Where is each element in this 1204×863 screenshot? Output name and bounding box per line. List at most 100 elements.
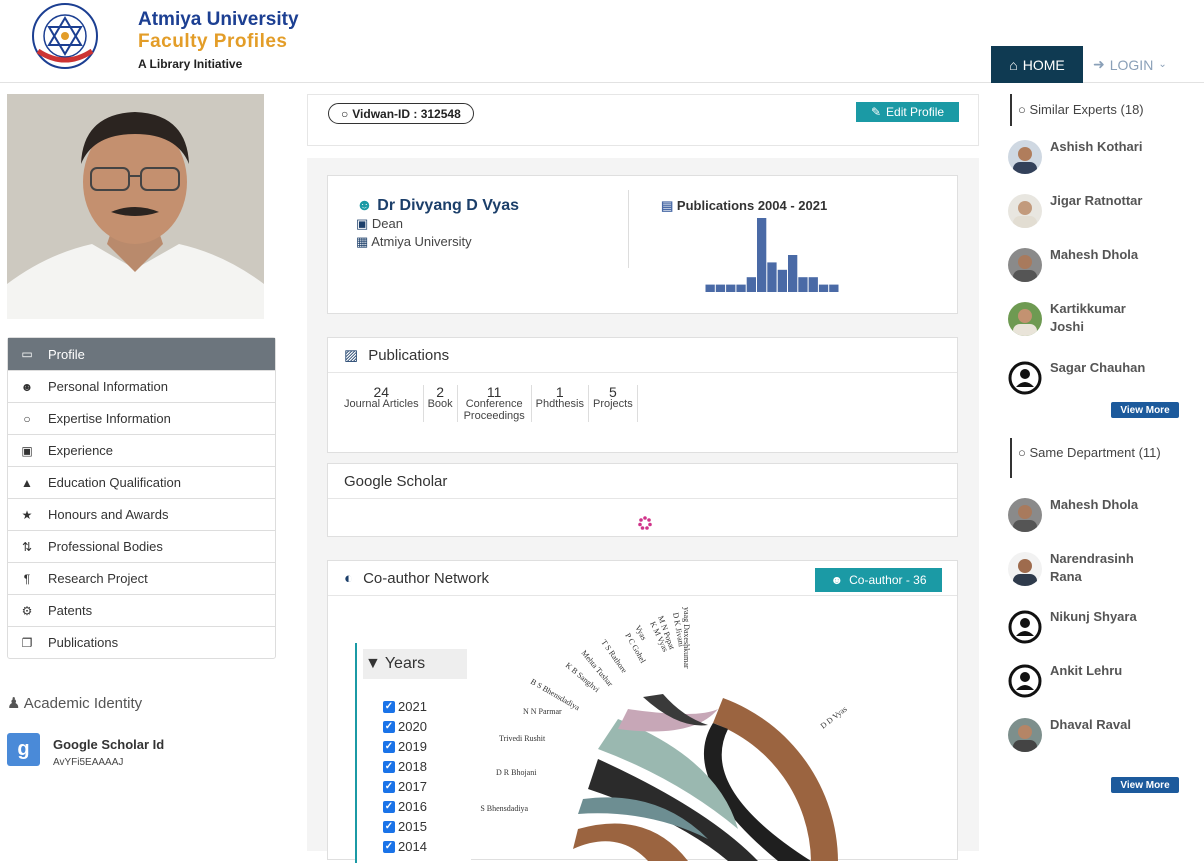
similar-expert-item[interactable]: Ashish Kothari	[1008, 138, 1142, 174]
stat-book[interactable]: 2 Book	[424, 385, 458, 423]
checkbox-checked-icon: ✓	[383, 740, 395, 753]
university-name: Atmiya University	[138, 9, 299, 30]
coauthor-label[interactable]: yaag Daxeshkumar	[682, 607, 691, 669]
stat-conference-proceedings[interactable]: 11 Conference Proceedings	[458, 385, 532, 423]
publications-bar-chart	[705, 218, 839, 292]
google-scholar-logo[interactable]: g	[7, 733, 40, 766]
department-member-item[interactable]: Mahesh Dhola	[1008, 496, 1138, 532]
member-name[interactable]: Mahesh Dhola	[1050, 496, 1138, 532]
department-member-item[interactable]: Dhaval Raval	[1008, 716, 1131, 752]
stat-projects[interactable]: 5 Projects	[589, 385, 638, 423]
expert-name[interactable]: Sagar Chauhan	[1050, 359, 1145, 395]
stat-phdthesis[interactable]: 1 Phdthesis	[532, 385, 589, 423]
department-member-item[interactable]: Narendrasinh Rana	[1008, 550, 1150, 586]
university-logo[interactable]	[32, 3, 98, 69]
menu-item-personal-information[interactable]: ☻ Personal Information	[8, 370, 275, 402]
menu-item-honours-and-awards[interactable]: ★ Honours and Awards	[8, 498, 275, 530]
member-name[interactable]: Nikunj Shyara	[1050, 608, 1137, 644]
avatar	[1008, 498, 1042, 532]
year-checkbox-2019[interactable]: ✓ 2019	[383, 739, 427, 754]
sign-in-icon: ➜	[1093, 56, 1105, 72]
publication-bar	[829, 284, 839, 292]
department-member-item[interactable]: Ankit Lehru	[1008, 662, 1122, 698]
book-icon: ▨	[344, 347, 359, 364]
similar-expert-item[interactable]: Jigar Ratnottar	[1008, 192, 1142, 228]
similar-expert-item[interactable]: Kartikkumar Joshi	[1008, 300, 1150, 336]
menu-item-research-project[interactable]: ¶ Research Project	[8, 562, 275, 594]
expert-name[interactable]: Jigar Ratnottar	[1050, 192, 1142, 228]
member-name[interactable]: Ankit Lehru	[1050, 662, 1122, 698]
publication-bar	[736, 284, 746, 292]
site-tagline: A Library Initiative	[138, 57, 243, 71]
academic-identity-heading: ♟ Academic Identity	[7, 695, 143, 712]
google-scholar-card: Google Scholar	[327, 463, 958, 537]
similar-experts-heading: ○ Similar Experts (18)	[1010, 94, 1190, 126]
menu-item-education-qualification[interactable]: ▲ Education Qualification	[8, 466, 275, 498]
user-tie-icon: ♟	[7, 695, 21, 712]
year-checkbox-2016[interactable]: ✓ 2016	[383, 799, 427, 814]
years-filter: ▼ Years ✓ 2021 ✓ 2020 ✓ 2019 ✓ 2018 ✓ 2017 ✓ 2…	[355, 643, 471, 863]
avatar	[1008, 718, 1042, 752]
view-more-department-button[interactable]: View More	[1111, 777, 1179, 793]
year-checkbox-2014[interactable]: ✓ 2014	[383, 839, 427, 854]
year-checkbox-2020[interactable]: ✓ 2020	[383, 719, 427, 734]
similar-expert-item[interactable]: Sagar Chauhan	[1008, 359, 1145, 395]
publication-bar	[705, 284, 715, 292]
nav-home-label: HOME	[1022, 56, 1065, 73]
menu-item-professional-bodies[interactable]: ⇅ Professional Bodies	[8, 530, 275, 562]
publication-bar	[798, 277, 808, 292]
expert-name[interactable]: Ashish Kothari	[1050, 138, 1142, 174]
cogs-icon: ⚙	[21, 603, 33, 618]
loading-spinner-icon	[638, 516, 652, 530]
member-name[interactable]: Narendrasinh Rana	[1050, 550, 1150, 586]
google-scholar-label[interactable]: Google Scholar Id	[53, 737, 164, 752]
google-scholar-card-header: Google Scholar	[328, 464, 957, 499]
edit-profile-button[interactable]: ✎ Edit Profile	[856, 102, 959, 122]
trophy-icon: ★	[21, 507, 33, 522]
nav-login-label: LOGIN	[1109, 56, 1154, 73]
nav-login-dropdown[interactable]: ➜ LOGIN ⌄	[1093, 46, 1167, 83]
menu-item-patents[interactable]: ⚙ Patents	[8, 594, 275, 626]
department-member-item[interactable]: Nikunj Shyara	[1008, 608, 1137, 644]
publication-bar	[726, 284, 736, 292]
coauthor-label[interactable]: D D Vyas	[819, 704, 849, 730]
coauthor-count-button[interactable]: ☻ Co-author - 36	[815, 568, 942, 592]
similar-expert-item[interactable]: Mahesh Dhola	[1008, 246, 1138, 282]
menu-item-experience[interactable]: ▣ Experience	[8, 434, 275, 466]
nav-home-link[interactable]: ⌂ HOME	[991, 46, 1083, 83]
year-checkbox-2015[interactable]: ✓ 2015	[383, 819, 427, 834]
checkbox-checked-icon: ✓	[383, 720, 395, 733]
coauthor-label[interactable]: N N Parmar	[523, 707, 562, 716]
profile-photo	[7, 94, 264, 319]
faculty-organization: ▦ Atmiya University	[356, 234, 472, 249]
year-checkbox-2018[interactable]: ✓ 2018	[383, 759, 427, 774]
divider	[628, 190, 629, 268]
edit-icon: ✎	[870, 105, 882, 119]
copy-icon: ❐	[21, 635, 33, 650]
checkbox-checked-icon: ✓	[383, 760, 395, 773]
coauthor-chord-diagram[interactable]: D D Vyas B S Bhensdadiya D R Bhojani Trived…	[478, 599, 898, 861]
menu-item-expertise-information[interactable]: ○ Expertise Information	[8, 402, 275, 434]
years-filter-header: ▼ Years	[363, 649, 467, 679]
coauthor-label[interactable]: B S Bhensdadiya	[478, 804, 529, 813]
coauthor-label[interactable]: Trivedi Rushit	[499, 734, 546, 743]
expert-name[interactable]: Kartikkumar Joshi	[1050, 300, 1150, 336]
site-header: Atmiya University Faculty Profiles A Lib…	[0, 0, 1204, 83]
member-name[interactable]: Dhaval Raval	[1050, 716, 1131, 752]
publications-chart-title: ▤ Publications 2004 - 2021	[661, 198, 828, 213]
lightbulb-icon: ○	[341, 106, 349, 121]
checkbox-checked-icon: ✓	[383, 700, 395, 713]
menu-item-publications[interactable]: ❐ Publications	[8, 626, 275, 658]
year-checkbox-2021[interactable]: ✓ 2021	[383, 699, 427, 714]
default-user-icon	[1008, 610, 1042, 644]
expert-name[interactable]: Mahesh Dhola	[1050, 246, 1138, 282]
publication-bar	[715, 284, 726, 292]
publication-bar	[808, 277, 818, 292]
coauthor-label[interactable]: D R Bhojani	[496, 768, 537, 777]
building-icon: ▦	[356, 234, 369, 249]
view-more-similar-button[interactable]: View More	[1111, 402, 1179, 418]
year-checkbox-2017[interactable]: ✓ 2017	[383, 779, 427, 794]
stat-journal-articles[interactable]: 24 Journal Articles	[340, 385, 424, 423]
menu-item-profile[interactable]: ▭ Profile	[8, 338, 275, 370]
right-sidebar: ○ Similar Experts (18) Ashish Kothari Ji…	[1000, 94, 1204, 851]
